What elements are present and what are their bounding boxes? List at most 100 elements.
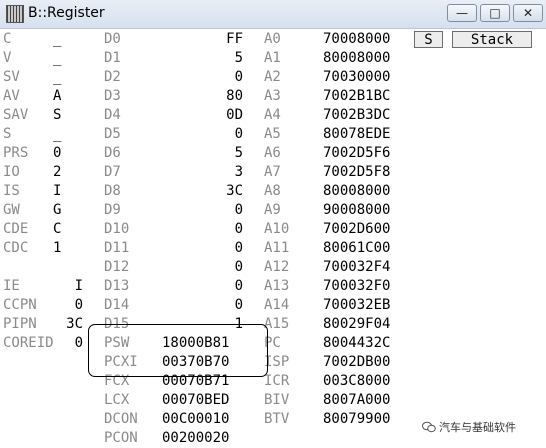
register-row: FCX 00070B71 ICR 003C8000 <box>0 372 546 391</box>
register-row: COREID 0 PSW 18000B81 PC 8004432C <box>0 334 546 353</box>
addr-reg-value: 700032F0 <box>323 278 391 294</box>
highlight-box <box>88 324 268 377</box>
sys-reg-name: BTV <box>264 411 290 427</box>
sys-reg-name: LCX <box>104 392 130 408</box>
data-reg-value: 0 <box>234 240 243 256</box>
watermark: 汽车与基础软件 <box>422 419 516 435</box>
addr-reg-name: A10 <box>264 221 290 237</box>
data-reg-value: 3 <box>234 164 243 180</box>
addr-reg-name: A9 <box>264 202 281 218</box>
data-reg-value: 5 <box>234 50 243 66</box>
interrupt-name: CCPN <box>3 297 37 313</box>
data-reg-name: D13 <box>104 278 130 294</box>
minimize-button[interactable]: — <box>447 4 477 22</box>
flag-name: CDE <box>3 221 29 237</box>
data-reg-name: D6 <box>104 145 121 161</box>
flag-name: IS <box>3 183 20 199</box>
data-reg-value: 0 <box>234 202 243 218</box>
sys-reg-value: 8004432C <box>323 335 391 351</box>
addr-reg-name: A2 <box>264 69 281 85</box>
data-reg-value: 0 <box>234 297 243 313</box>
addr-reg-name: A13 <box>264 278 290 294</box>
register-row: IO 2 D7 3 A7 7002D5F8 <box>0 163 546 182</box>
data-reg-value: 0 <box>234 69 243 85</box>
flag-name: C <box>3 31 12 47</box>
flag-value: S <box>53 107 62 123</box>
maximize-button[interactable]: □ <box>480 4 510 22</box>
flag-value: 1 <box>53 240 62 256</box>
data-reg-name: D12 <box>104 259 130 275</box>
data-reg-value: 0 <box>234 126 243 142</box>
addr-reg-value: 80078EDE <box>323 126 391 142</box>
register-row: CDE C D10 0 A10 7002D600 <box>0 220 546 239</box>
register-panel: C _ D0 FF A0 70008000 V _ D1 5 A1 80008000 SV _ D2 0 A2 7… <box>0 29 546 446</box>
addr-reg-name: A7 <box>264 164 281 180</box>
register-row: IS I D8 3C A8 80008000 <box>0 182 546 201</box>
sys-reg-name: DCON <box>104 411 138 427</box>
register-row: CCPN 0 D14 0 A14 700032EB <box>0 296 546 315</box>
flag-value: 2 <box>53 164 62 180</box>
title-bar: B::Register — □ ✕ <box>0 0 546 29</box>
data-reg-name: D10 <box>104 221 130 237</box>
flag-value: 0 <box>53 145 62 161</box>
flag-value: _ <box>53 31 62 47</box>
addr-reg-value: 7002D5F6 <box>323 145 391 161</box>
data-reg-value: 0 <box>234 259 243 275</box>
flag-value: C <box>53 221 62 237</box>
data-reg-name: D7 <box>104 164 121 180</box>
addr-reg-name: A1 <box>264 50 281 66</box>
data-reg-name: D14 <box>104 297 130 313</box>
data-reg-name: D8 <box>104 183 121 199</box>
addr-reg-value: 7002B3DC <box>323 107 391 123</box>
addr-reg-name: A3 <box>264 88 281 104</box>
data-reg-value: 0D <box>226 107 243 123</box>
flag-name: IO <box>3 164 20 180</box>
flag-value: G <box>53 202 62 218</box>
data-reg-value: 80 <box>226 88 243 104</box>
flag-name: PRS <box>3 145 29 161</box>
sys-reg-value: 003C8000 <box>323 373 391 389</box>
addr-reg-name: A4 <box>264 107 281 123</box>
sys-reg-value: 00C00010 <box>162 411 230 427</box>
flag-name: SV <box>3 69 20 85</box>
register-row: SAV S D4 0D A4 7002B3DC <box>0 106 546 125</box>
app-icon <box>6 5 24 23</box>
interrupt-value: 0 <box>74 297 83 313</box>
register-row: S _ D5 0 A5 80078EDE <box>0 125 546 144</box>
interrupt-value: I <box>74 278 83 294</box>
data-reg-value: 3C <box>226 183 243 199</box>
interrupt-value: 0 <box>74 335 83 351</box>
addr-reg-value: 700032F4 <box>323 259 391 275</box>
interrupt-name: COREID <box>3 335 54 351</box>
data-reg-value: 0 <box>234 221 243 237</box>
s-button[interactable]: S <box>414 31 443 48</box>
sys-reg-value: 00070BED <box>162 392 230 408</box>
addr-reg-value: 700032EB <box>323 297 391 313</box>
register-row: GW G D9 0 A9 90008000 <box>0 201 546 220</box>
register-row: IE I D13 0 A13 700032F0 <box>0 277 546 296</box>
sys-reg-name: BIV <box>264 392 290 408</box>
addr-reg-name: A14 <box>264 297 290 313</box>
addr-reg-value: 80008000 <box>323 183 391 199</box>
flag-name: SAV <box>3 107 29 123</box>
flag-value: _ <box>53 69 62 85</box>
flag-value: _ <box>53 50 62 66</box>
stack-button[interactable]: Stack <box>452 31 532 48</box>
addr-reg-value: 80029F04 <box>323 316 391 332</box>
addr-reg-name: A8 <box>264 183 281 199</box>
addr-reg-value: 90008000 <box>323 202 391 218</box>
register-row: CDC 1 D11 0 A11 80061C00 <box>0 239 546 258</box>
addr-reg-value: 7002B1BC <box>323 88 391 104</box>
close-button[interactable]: ✕ <box>513 4 543 22</box>
addr-reg-value: 7002D600 <box>323 221 391 237</box>
register-row: PCXI 00370B70 ISP 7002DB00 <box>0 353 546 372</box>
sys-reg-name: ICR <box>264 373 290 389</box>
sys-reg-value: 7002DB00 <box>323 354 391 370</box>
register-row: LCX 00070BED BIV 8007A000 <box>0 391 546 410</box>
addr-reg-name: A6 <box>264 145 281 161</box>
flag-name: S <box>3 126 12 142</box>
interrupt-value: 3C <box>66 316 83 332</box>
flag-value: _ <box>53 126 62 142</box>
flag-name: AV <box>3 88 20 104</box>
register-row: AV A D3 80 A3 7002B1BC <box>0 87 546 106</box>
